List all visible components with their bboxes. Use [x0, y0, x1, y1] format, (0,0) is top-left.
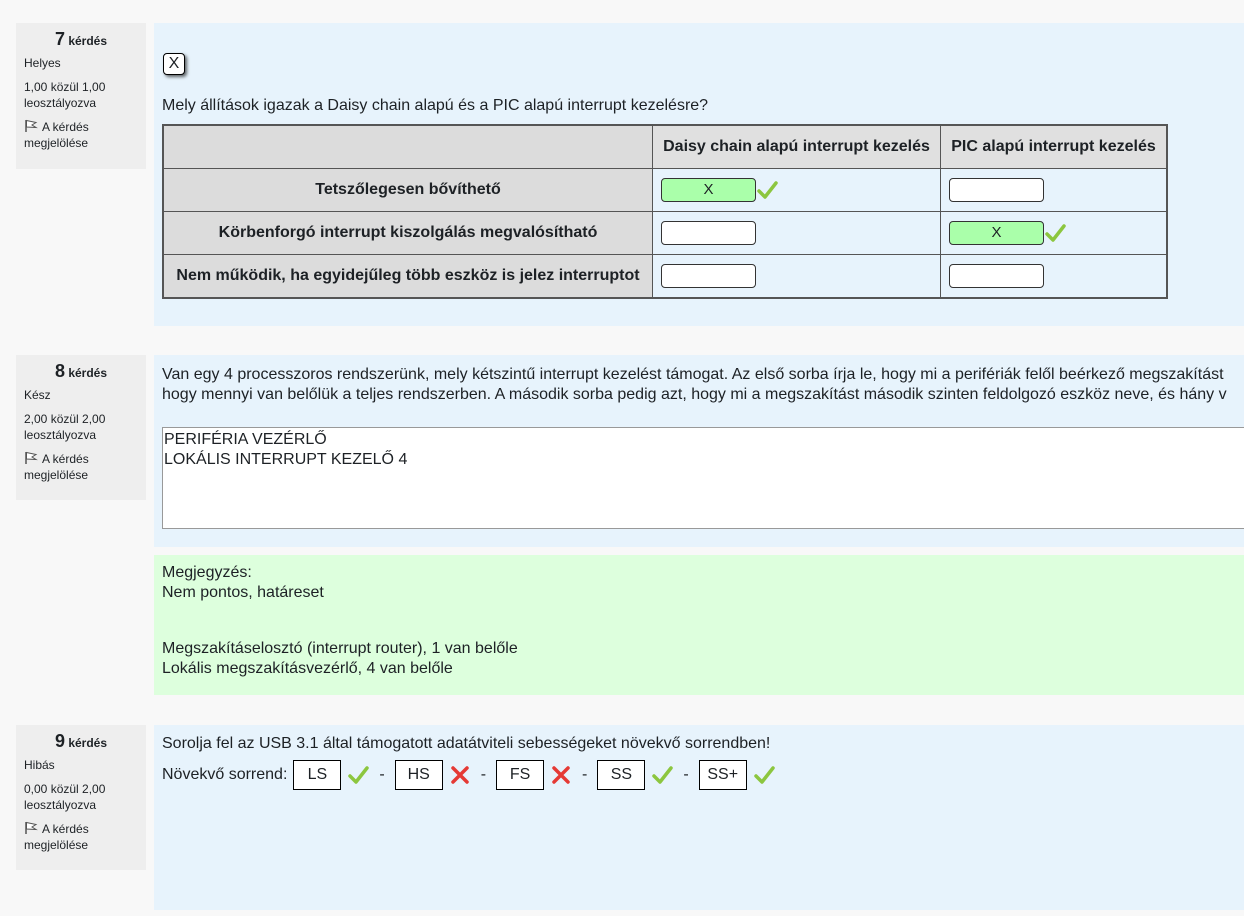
- flag-question-link[interactable]: A kérdés megjelölése: [24, 821, 138, 853]
- question-text-7: Mely állítások igazak a Daisy chain alap…: [162, 97, 709, 114]
- row-label: Körbenforgó interrupt kiszolgálás megval…: [162, 211, 653, 255]
- order-separator: -: [480, 766, 487, 783]
- question-number: 7: [54, 29, 65, 49]
- answer-select[interactable]: [949, 264, 1044, 288]
- feedback-line: Nem pontos, határeset: [162, 584, 324, 601]
- question-word: kérdés: [68, 34, 108, 48]
- close-button[interactable]: X: [163, 53, 185, 75]
- question-info-7: 7 kérdés Helyes 1,00 közül 1,00 leosztál…: [16, 23, 146, 169]
- row-label: Nem működik, ha egyidejűleg több eszköz …: [162, 254, 653, 299]
- order-label: Növekvő sorrend:: [162, 766, 288, 783]
- question-info-8: 8 kérdés Kész 2,00 közül 2,00 leosztályo…: [16, 355, 146, 500]
- question-text-line: hogy mennyi van belőlük a teljes rendsze…: [162, 386, 1227, 403]
- order-row: Növekvő sorrend: LS - HS - FS - SS - SS+: [162, 760, 775, 790]
- matrix-corner: [162, 124, 653, 169]
- question-state: Kész: [24, 388, 51, 402]
- check-icon: [348, 766, 370, 784]
- question-info-9: 9 kérdés Hibás 0,00 közül 2,00 leosztály…: [16, 725, 146, 870]
- order-answer-field[interactable]: SS: [597, 760, 646, 790]
- question-grade: 0,00 közül 2,00 leosztályozva: [24, 782, 106, 812]
- question-state: Helyes: [24, 56, 61, 70]
- answer-select[interactable]: X: [661, 178, 756, 202]
- answer-select[interactable]: [661, 221, 756, 245]
- flag-icon: [25, 119, 38, 132]
- cross-icon: [450, 766, 469, 784]
- question-text-8: Van egy 4 processzoros rendszerünk, mely…: [162, 365, 1227, 405]
- essay-answer-field[interactable]: PERIFÉRIA VEZÉRLŐ LOKÁLIS INTERRUPT KEZE…: [162, 427, 1244, 529]
- order-separator: -: [582, 766, 588, 783]
- check-icon: [753, 766, 775, 784]
- flag-question-link[interactable]: A kérdés megjelölése: [24, 451, 138, 483]
- answer-select[interactable]: X: [949, 221, 1044, 245]
- question-state: Hibás: [24, 758, 55, 772]
- answer-select[interactable]: [949, 178, 1044, 202]
- question-grade: 2,00 közül 2,00 leosztályozva: [24, 412, 106, 442]
- answer-matrix: Daisy chain alapú interrupt kezelés PIC …: [162, 124, 1168, 299]
- order-separator: -: [379, 766, 385, 783]
- flag-question-link[interactable]: A kérdés megjelölése: [24, 119, 138, 151]
- row-label: Tetszőlegesen bővíthető: [162, 168, 653, 212]
- check-icon: [757, 181, 778, 199]
- feedback-line: Megszakításelosztó (interrupt router), 1…: [162, 640, 518, 657]
- check-icon: [1045, 224, 1066, 242]
- feedback-line: Lokális megszakításvezérlő, 4 van belőle: [162, 660, 453, 677]
- question-number: 8: [54, 361, 65, 381]
- question-word: kérdés: [68, 736, 108, 750]
- column-header-daisy: Daisy chain alapú interrupt kezelés: [652, 124, 941, 169]
- order-answer-field[interactable]: LS: [293, 760, 342, 790]
- cross-icon: [552, 766, 570, 784]
- order-answer-field[interactable]: SS+: [698, 760, 747, 790]
- flag-icon: [25, 821, 38, 834]
- flag-icon: [25, 451, 38, 464]
- question-number: 9: [54, 731, 65, 751]
- order-answer-field[interactable]: HS: [394, 760, 443, 790]
- question-word: kérdés: [68, 366, 108, 380]
- question-grade: 1,00 közül 1,00 leosztályozva: [24, 80, 106, 110]
- column-header-pic: PIC alapú interrupt kezelés: [940, 124, 1168, 169]
- question-text-line: Van egy 4 processzoros rendszerünk, mely…: [162, 366, 1224, 383]
- order-separator: -: [683, 766, 689, 783]
- feedback-panel: Megjegyzés: Nem pontos, határeset Megsza…: [154, 555, 1244, 695]
- question-text-9: Sorolja fel az USB 3.1 által támogatott …: [162, 735, 771, 752]
- check-icon: [652, 766, 674, 784]
- order-answer-field[interactable]: FS: [496, 760, 545, 790]
- answer-select[interactable]: [661, 264, 756, 288]
- feedback-title: Megjegyzés:: [162, 564, 252, 581]
